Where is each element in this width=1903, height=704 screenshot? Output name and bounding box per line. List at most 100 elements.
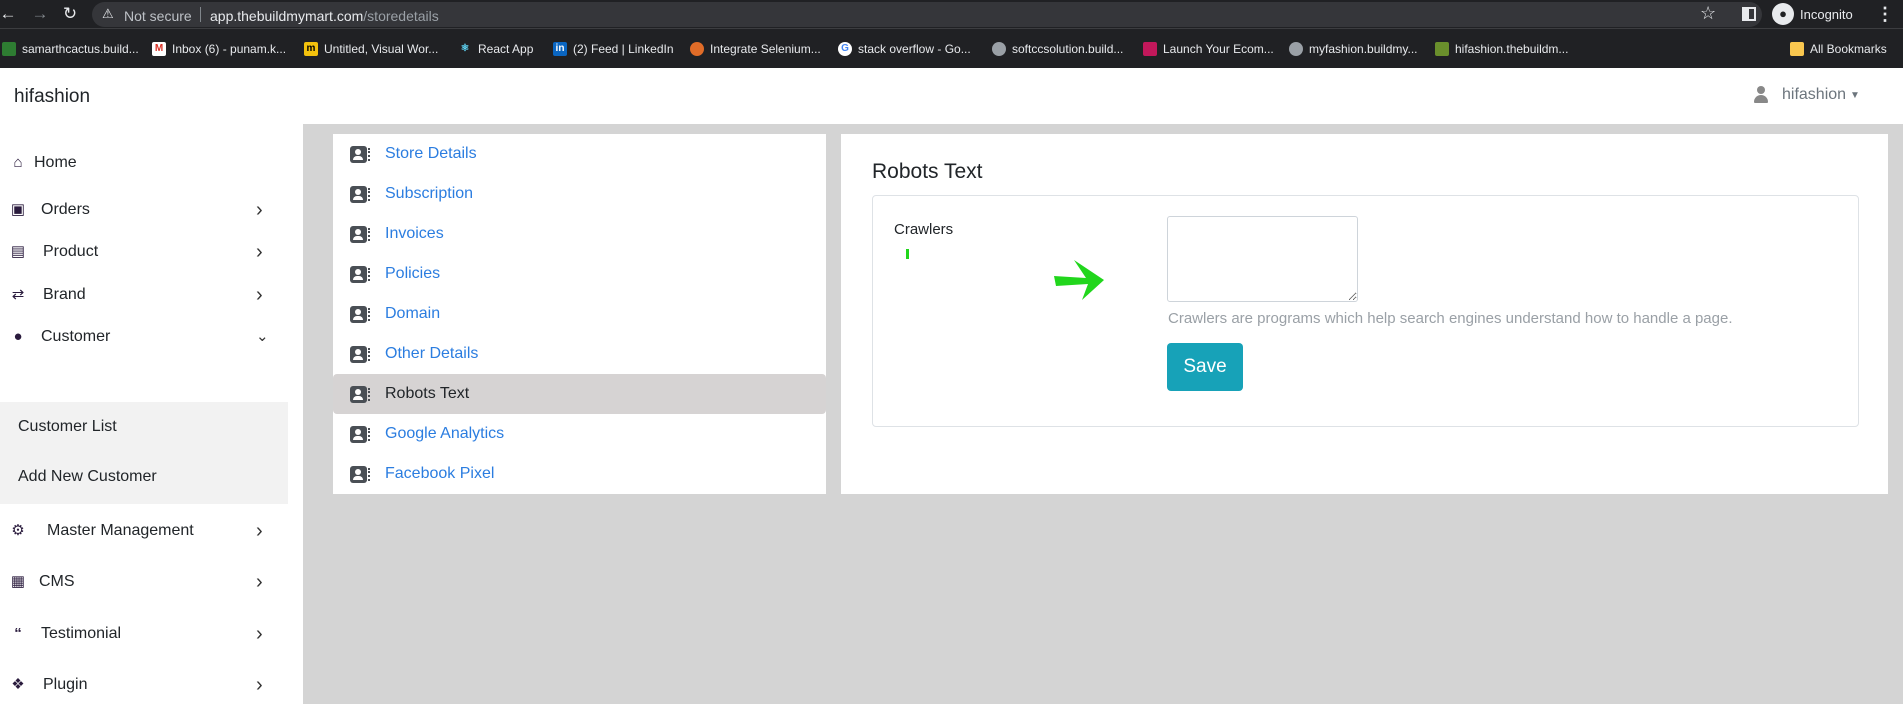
bookmark-item[interactable]: Integrate Selenium... (690, 40, 821, 58)
sidebar-item-label: Home (34, 154, 77, 171)
bookmark-item[interactable]: Launch Your Ecom... (1143, 40, 1274, 58)
gmail-icon: M (152, 42, 166, 56)
sidebar-item-cms[interactable]: ▦ CMS › (0, 561, 288, 603)
url-text[interactable]: app.thebuildmymart.com/storedetails (210, 8, 439, 24)
customer-submenu: Customer List Add New Customer (0, 402, 288, 504)
crawlers-textarea[interactable] (1167, 216, 1358, 302)
address-card-icon (350, 465, 367, 483)
shop-icon (1143, 42, 1157, 56)
bookmark-item[interactable]: hifashion.thebuildm... (1435, 40, 1568, 58)
sidebar-item-plugin[interactable]: ❖ Plugin › (0, 664, 288, 704)
more-menu-icon[interactable]: ⋮ (1876, 4, 1894, 25)
forward-icon[interactable]: → (30, 4, 50, 24)
robots-form-card: Crawlers Crawlers are programs which hel… (872, 195, 1859, 427)
sidebar-item-product[interactable]: ▤ Product › (0, 231, 288, 273)
sidebar-item-label: Product (43, 243, 99, 260)
nav-google-analytics[interactable]: Google Analytics (333, 414, 826, 454)
bookmark-item[interactable]: ⚛ React App (458, 40, 534, 58)
bookmark-item[interactable]: in (2) Feed | LinkedIn (553, 40, 674, 58)
bookmark-item[interactable]: softccsolution.build... (992, 40, 1123, 58)
nav-subscription[interactable]: Subscription (333, 174, 826, 214)
chevron-right-icon: › (256, 284, 263, 306)
bookmark-label: Integrate Selenium... (710, 42, 821, 56)
page-title: Robots Text (872, 160, 983, 183)
card-tab-detail (368, 347, 371, 361)
crawlers-label: Crawlers (894, 221, 954, 238)
sidebar-item-brand[interactable]: ⇄ Brand › (0, 274, 288, 316)
bookmark-item[interactable]: myfashion.buildmy... (1289, 40, 1418, 58)
bookmark-label: hifashion.thebuildm... (1455, 42, 1569, 56)
back-icon[interactable]: ← (0, 4, 18, 24)
bookmark-item[interactable]: Gstack overflow - Go... (838, 40, 971, 58)
sidebar-item-label: Orders (41, 201, 90, 218)
bookmark-item[interactable]: samarthcactus.build... (2, 40, 139, 58)
chevron-down-icon: ⌄ (256, 328, 269, 345)
sidebar-item-label: CMS (39, 573, 75, 590)
card-tab-detail (368, 427, 371, 441)
address-card-icon (350, 305, 367, 323)
sidebar-item-label: Customer (41, 328, 111, 345)
robots-text-panel: Robots Text Crawlers Crawlers are progra… (841, 134, 1888, 494)
nav-facebook-pixel[interactable]: Facebook Pixel (333, 454, 826, 494)
sidebar-item-label: Plugin (43, 676, 88, 693)
reload-icon[interactable]: ↻ (60, 4, 80, 24)
store-settings-nav: Store Details Subscription Invoices Poli… (333, 134, 826, 494)
address-card-icon (350, 225, 367, 243)
address-card-icon (350, 345, 367, 363)
bookmarks-bar: samarthcactus.build... M Inbox (6) - puna… (0, 28, 1903, 68)
nav-invoices[interactable]: Invoices (333, 214, 826, 254)
bookmark-item[interactable]: m Untitled, Visual Wor... (304, 40, 438, 58)
security-label: Not secure (124, 8, 192, 24)
save-button[interactable]: Save (1167, 343, 1243, 391)
all-bookmarks[interactable]: All Bookmarks (1790, 40, 1887, 58)
nav-label: Subscription (385, 185, 474, 202)
google-icon: G (838, 42, 852, 56)
sidebar-item-master-management[interactable]: ⚙ Master Management › (0, 510, 288, 552)
nav-label: Robots Text (385, 385, 470, 402)
nav-domain[interactable]: Domain (333, 294, 826, 334)
nav-policies[interactable]: Policies (333, 254, 826, 294)
sidebar-item-label: Master Management (47, 522, 194, 539)
incognito-profile[interactable]: ● Incognito (1772, 3, 1853, 25)
incognito-icon: ● (1772, 3, 1794, 25)
brand-title[interactable]: hifashion (14, 86, 90, 108)
nav-store-details[interactable]: Store Details (333, 134, 826, 174)
bookmark-label: (2) Feed | LinkedIn (573, 42, 674, 56)
nav-other-details[interactable]: Other Details (333, 334, 826, 374)
bookmark-icon (2, 42, 16, 56)
bookmark-label: Untitled, Visual Wor... (324, 42, 439, 56)
nav-label: Other Details (385, 345, 479, 362)
folder-icon (1790, 42, 1804, 56)
miro-icon: m (304, 42, 318, 56)
random-icon: ⇄ (11, 286, 25, 303)
file-icon: ▦ (10, 573, 26, 590)
sidebar-item-orders[interactable]: ▣ Orders › (0, 189, 288, 231)
user-name: hifashion (1782, 86, 1847, 103)
sidebar-item-customer[interactable]: ● Customer ⌄ (0, 316, 288, 358)
user-icon (1752, 86, 1770, 104)
nav-label: Store Details (385, 145, 477, 162)
nav-label: Facebook Pixel (385, 465, 495, 482)
card-tab-detail (368, 147, 371, 161)
home-icon: ⌂ (13, 154, 23, 171)
globe-icon (1289, 42, 1303, 56)
submenu-item-add-new-customer[interactable]: Add New Customer (18, 468, 157, 486)
card-tab-detail (368, 387, 371, 401)
address-card-icon (350, 385, 367, 403)
side-panel-icon[interactable] (1742, 7, 1756, 21)
bookmark-item[interactable]: M Inbox (6) - punam.k... (152, 40, 286, 58)
star-icon[interactable]: ☆ (1700, 3, 1716, 24)
sidebar-item-home[interactable]: ⌂ Home (0, 142, 288, 184)
chevron-right-icon: › (256, 520, 263, 542)
nav-label: Policies (385, 265, 441, 282)
bookmark-icon (1435, 42, 1449, 56)
chrome-icon (690, 42, 704, 56)
sidebar-item-testimonial[interactable]: “ Testimonial › (0, 613, 288, 655)
address-bar[interactable]: ⚠ Not secure app.thebuildmymart.com/stor… (92, 2, 1762, 27)
bookmark-label: myfashion.buildmy... (1309, 42, 1418, 56)
user-cog-icon: ⚙ (11, 522, 25, 539)
submenu-item-customer-list[interactable]: Customer List (18, 418, 117, 436)
user-menu[interactable]: hifashion ▼ (1752, 86, 1860, 104)
nav-robots-text[interactable]: Robots Text (333, 374, 826, 414)
bookmark-label: softccsolution.build... (1012, 42, 1124, 56)
